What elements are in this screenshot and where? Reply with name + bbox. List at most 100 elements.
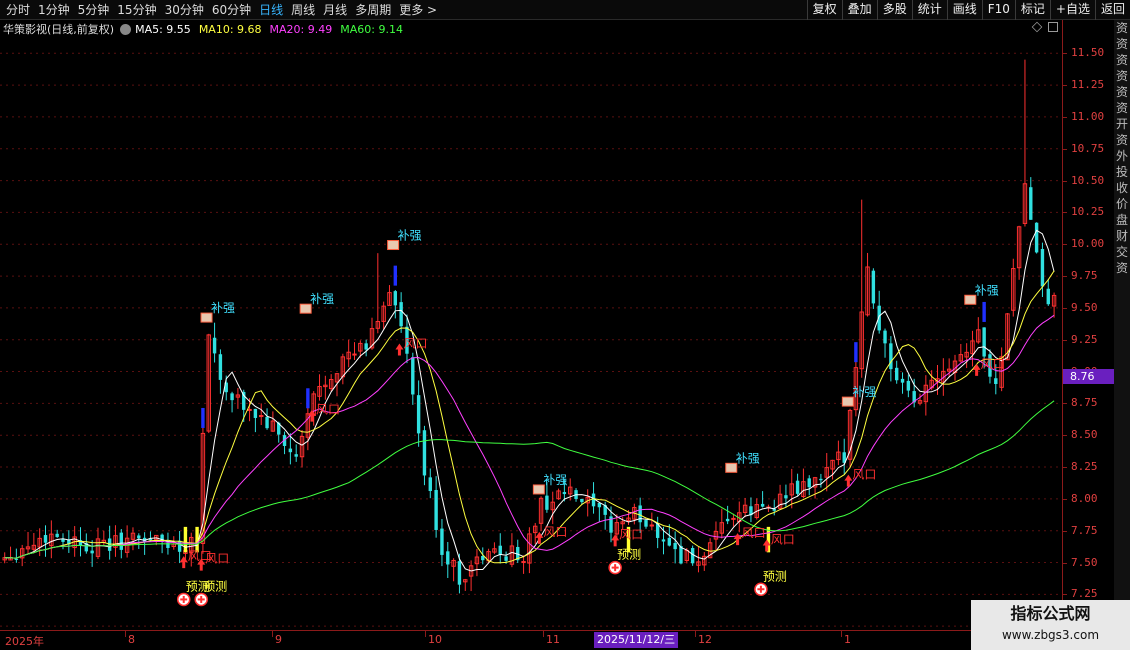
period-tab[interactable]: 5分钟 — [74, 2, 114, 18]
maximize-icon[interactable] — [1048, 22, 1058, 32]
candle-body — [760, 503, 765, 507]
price-axis: 7.007.257.507.758.008.258.508.759.009.25… — [1062, 20, 1114, 632]
top-toolbar: 分时 1分钟 5分钟 15分钟 30分钟 60分钟 日线 周线 月线 多周期 更多 > 复权 叠加 多股… — [0, 0, 1130, 20]
tool-button[interactable]: 画线 — [946, 0, 982, 20]
period-tab[interactable]: 分时 — [2, 2, 34, 18]
indicator-info-line: 华策影视(日线,前复权) MA5: 9.55 MA10: 9.68 MA20: 9.… — [0, 20, 1060, 38]
watermark-url: www.zbgs3.com — [1001, 628, 1100, 642]
side-panel-tab[interactable]: 资 — [1114, 132, 1130, 148]
period-tab[interactable]: 15分钟 — [113, 2, 160, 18]
side-panel-tab[interactable]: 投 — [1114, 164, 1130, 180]
up-arrow-icon — [733, 533, 742, 546]
price-tick-mark — [1063, 594, 1067, 596]
side-panel-tab[interactable]: 资 — [1114, 260, 1130, 276]
price-tick: 11.50 — [1071, 46, 1105, 60]
candle-body — [504, 556, 508, 561]
price-tick: 9.25 — [1071, 332, 1098, 346]
candle-body — [137, 535, 141, 539]
candle-body — [819, 478, 823, 481]
candle-body — [440, 528, 444, 555]
period-tab[interactable]: 月线 — [319, 2, 351, 18]
price-tick: 8.50 — [1071, 428, 1098, 442]
tool-button[interactable]: 多股 — [876, 0, 912, 20]
side-panel-tab[interactable]: 外 — [1114, 148, 1130, 164]
period-tab[interactable]: 多周期 — [351, 2, 395, 18]
candle-body — [265, 416, 269, 429]
side-panel-tab[interactable]: 资 — [1114, 20, 1130, 36]
side-panel-tab[interactable]: 资 — [1114, 36, 1130, 52]
candle-body — [428, 477, 432, 492]
price-tick: 9.75 — [1071, 269, 1098, 283]
watermark-title: 指标公式网 — [1010, 604, 1091, 623]
side-panel-tab[interactable]: 开 — [1114, 116, 1130, 132]
tool-button[interactable]: 统计 — [911, 0, 947, 20]
signal-feng-kou: 风口 — [742, 526, 766, 540]
candle-body — [352, 353, 357, 356]
price-tick-mark — [1063, 244, 1067, 246]
signal-feng-kou: 风口 — [852, 468, 876, 482]
candle-body — [288, 448, 293, 453]
ma-label: MA10: 9.68 — [198, 22, 262, 36]
candle-body — [446, 551, 450, 565]
candle-body — [644, 520, 648, 527]
diamond-icon[interactable] — [1031, 21, 1043, 33]
side-panel[interactable]: 资资资资资资开资外投收价盘财交资 — [1114, 20, 1130, 630]
tool-button[interactable]: +自选 — [1049, 0, 1095, 20]
candle-body — [731, 517, 736, 520]
side-panel-tab[interactable]: 资 — [1114, 52, 1130, 68]
period-tab[interactable]: 日线 — [255, 2, 287, 18]
price-tick: 7.25 — [1071, 587, 1098, 601]
candle-body — [253, 408, 258, 418]
kline-svg[interactable]: 补强补强补强补强补强补强补强风口风口风口风口风口 风口 风口 风口风口风口预测预测预测… — [0, 38, 1062, 630]
side-panel-tab[interactable]: 价 — [1114, 196, 1130, 212]
period-tab[interactable]: 60分钟 — [208, 2, 255, 18]
side-panel-tab[interactable]: 资 — [1114, 84, 1130, 100]
date-label: 10 — [428, 633, 442, 646]
candle-body — [259, 415, 264, 418]
price-tick: 10.50 — [1071, 173, 1105, 187]
side-panel-tab[interactable]: 盘 — [1114, 212, 1130, 228]
side-panel-tab[interactable]: 交 — [1114, 244, 1130, 260]
candle-body — [247, 408, 252, 411]
candle-body — [230, 393, 234, 401]
date-tick — [695, 631, 696, 637]
signal-bu-qiang: 补强 — [310, 292, 334, 306]
price-tick-mark — [1063, 403, 1067, 405]
tool-button[interactable]: F10 — [981, 0, 1015, 20]
candle-body — [591, 493, 596, 507]
tool-button[interactable]: 复权 — [806, 0, 842, 20]
side-panel-tab[interactable]: 资 — [1114, 68, 1130, 84]
side-panel-tab[interactable]: 收 — [1114, 180, 1130, 196]
signal-bu-qiang: 补强 — [975, 283, 999, 297]
ma20-line — [4, 314, 1055, 559]
period-tab[interactable]: 1分钟 — [34, 2, 74, 18]
candle-body — [883, 330, 887, 344]
candle-body — [597, 503, 602, 508]
price-tick: 10.75 — [1071, 141, 1105, 155]
tool-buttons: 复权 叠加 多股 统计 画线 F10 标记 +自选 返回 — [806, 0, 1130, 20]
ma5-line — [4, 229, 1055, 572]
period-tab[interactable]: 周线 — [287, 2, 319, 18]
side-panel-tab[interactable]: 财 — [1114, 228, 1130, 244]
side-panel-tab[interactable]: 资 — [1114, 100, 1130, 116]
candle-body — [545, 495, 549, 510]
tool-button[interactable]: 标记 — [1014, 0, 1050, 20]
settings-icon[interactable] — [120, 23, 132, 35]
candle-body — [638, 505, 642, 523]
period-tab[interactable]: 更多 > — [395, 2, 441, 18]
tool-button[interactable]: 叠加 — [841, 0, 877, 20]
candle-body — [667, 537, 672, 546]
price-tick: 11.25 — [1071, 78, 1105, 92]
kline-chart[interactable]: 补强 补强 补强 补强 补强 补强 补强 风口 风口 风口 风口 风口 风口 风口 风口 风口 风口 预测 预测 预测… — [0, 38, 1062, 630]
price-tick: 7.75 — [1071, 523, 1098, 537]
period-tab[interactable]: 30分钟 — [161, 2, 208, 18]
date-tick — [543, 631, 544, 637]
tool-button[interactable]: 返回 — [1094, 0, 1130, 20]
signal-feng-kou: 风口 — [619, 527, 643, 541]
current-price-tag: 8.76 — [1063, 369, 1119, 384]
up-arrow-icon — [179, 556, 188, 569]
candle-body — [661, 539, 666, 542]
price-tick-mark — [1063, 435, 1067, 437]
signal-bu-qiang: 补强 — [211, 301, 235, 315]
candle-body — [399, 302, 403, 327]
